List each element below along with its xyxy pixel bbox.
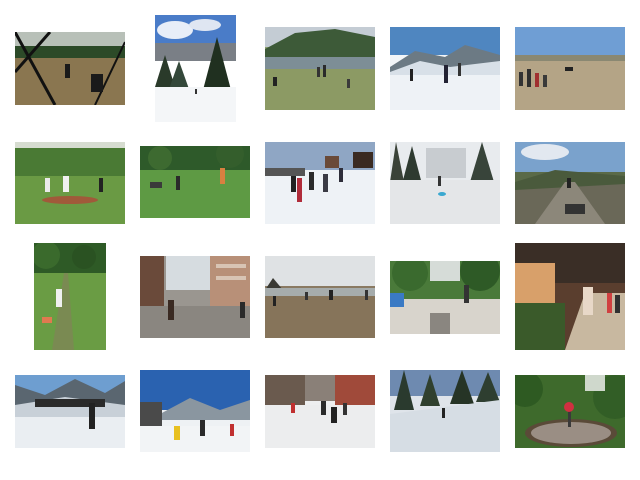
photo-thumbnail-field-batter[interactable] [34, 243, 106, 350]
photo-thumbnail-snowy-pines-skier[interactable] [390, 370, 500, 452]
photo-thumbnail-snow-kids-group[interactable] [265, 142, 375, 224]
photo-thumbnail-hillside-road[interactable] [515, 142, 625, 224]
photo-thumbnail-street-walker[interactable] [140, 256, 250, 338]
photo-thumbnail-snow-mountain-skiers[interactable] [390, 27, 500, 110]
photo-thumbnail-beach-coastline[interactable] [265, 256, 375, 338]
photo-thumbnail-park-frisbee[interactable] [140, 146, 250, 218]
photo-thumbnail-snowy-forest-ski[interactable] [390, 142, 500, 224]
photo-thumbnail-garden-sign[interactable] [515, 375, 625, 448]
photo-thumbnail-baseball-pitch[interactable] [15, 142, 125, 224]
photo-thumbnail-baseball-night[interactable] [15, 32, 125, 105]
photo-thumbnail-lake-field-people[interactable] [265, 27, 375, 110]
photo-thumbnail-ski-slope-crowd[interactable] [15, 375, 125, 448]
photo-thumbnail-dry-field-people[interactable] [515, 27, 625, 110]
photo-thumbnail-snowy-forest-trail[interactable] [155, 15, 236, 122]
photo-thumbnail-park-walkway[interactable] [390, 261, 500, 334]
photo-thumbnail-tree-lined-path[interactable] [515, 243, 625, 350]
photo-thumbnail-snow-resort[interactable] [140, 370, 250, 452]
photo-thumbnail-city-snow-people[interactable] [265, 375, 375, 448]
